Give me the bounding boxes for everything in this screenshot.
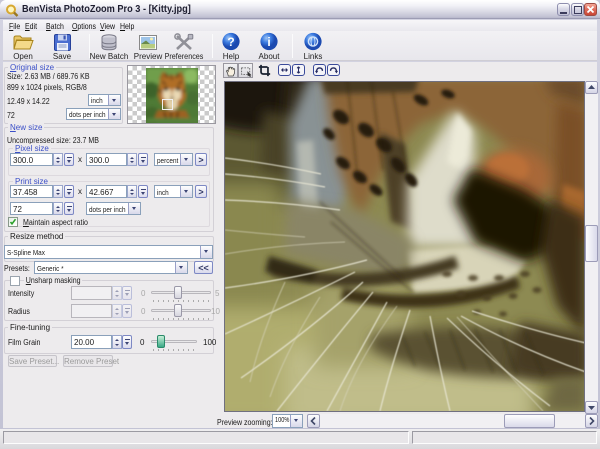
svg-text:i: i xyxy=(267,35,270,49)
svg-text:?: ? xyxy=(227,35,234,49)
